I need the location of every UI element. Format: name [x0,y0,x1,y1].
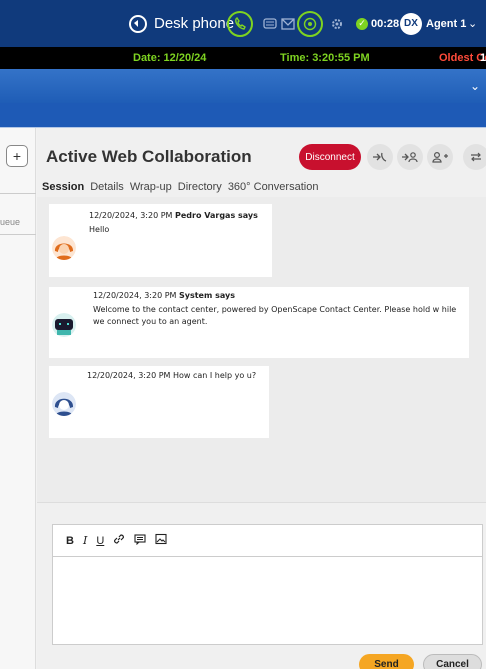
customer-avatar-icon [52,236,76,260]
message-timestamp: 12/20/2024, 3:20 PM [87,371,171,380]
web-channel-button[interactable] [297,0,323,47]
tab-bar: Session Details Wrap-up Directory 360° C… [42,181,318,193]
image-icon[interactable] [155,533,167,548]
date-readout: Date: 12/20/24 [133,52,207,64]
message-text: Hello [89,225,110,234]
add-party-button[interactable] [427,144,453,170]
consult-icon [373,152,387,162]
tab-360-conversation[interactable]: 360° Conversation [228,181,319,193]
chat-message: 12/20/2024, 3:20 PM System says Welcome … [49,287,469,358]
email-channel-button[interactable] [281,0,295,47]
cancel-button[interactable]: Cancel [423,654,482,669]
tab-directory[interactable]: Directory [178,181,222,193]
chevron-down-icon[interactable]: ⌄ [470,79,480,93]
send-button[interactable]: Send [359,654,414,669]
tab-session[interactable]: Session [42,181,84,193]
message-text: How can I help yo u? [172,371,257,380]
header-band: ⌄ [0,69,486,103]
consult-button[interactable] [367,144,393,170]
canned-response-icon[interactable] [134,533,146,548]
message-input[interactable] [53,558,482,644]
info-extra: 1 [480,52,486,64]
chat-message: 12/20/2024, 3:20 PM How can I help yo u? [49,366,269,438]
phone-icon [235,16,246,30]
left-rail [0,128,36,669]
time-readout: Time: 3:20:55 PM [280,52,370,64]
agent-menu[interactable]: DX Agent 1 [400,0,466,47]
chat-message: 12/20/2024, 3:20 PM Pedro Vargas says He… [49,204,272,277]
header-band-secondary [0,103,486,127]
message-timestamp: 12/20/2024, 3:20 PM [93,291,177,300]
bold-button[interactable]: B [66,535,74,547]
page-title: Active Web Collaboration [46,147,252,166]
link-icon[interactable] [113,533,125,548]
gear-icon [332,18,342,29]
check-icon: ✓ [356,17,368,30]
timer-value: 00:28 [371,17,400,30]
agent-name: Agent 1 [426,17,467,30]
transfer-icon [402,152,418,163]
chat-icon [263,17,277,29]
tab-wrap-up[interactable]: Wrap-up [130,181,172,193]
disconnect-button[interactable]: Disconnect [299,144,361,170]
oldest-contact-readout: Oldest Co [439,52,486,64]
phone-mode-selector[interactable]: Desk phone [128,0,234,47]
phone-mode-label: Desk phone [154,15,235,32]
message-composer: B I U [52,524,483,645]
bot-avatar-icon [52,313,76,337]
message-timestamp: 12/20/2024, 3:20 PM [89,211,173,220]
chevron-down-icon[interactable]: ⌄ [468,0,477,47]
email-icon [281,17,295,30]
message-sender: Pedro Vargas says [174,211,258,220]
phone-mode-icon [129,14,147,33]
agent-avatar-icon [52,392,76,416]
settings-button[interactable] [330,0,344,47]
message-sender: System says [178,291,235,300]
tab-details[interactable]: Details [90,181,124,193]
transfer-button[interactable] [397,144,423,170]
divider [0,193,36,194]
message-text: Welcome to the contact center, powered b… [93,305,457,326]
top-bar: Desk phone ✓ 00:28 DX Agent 1 ⌄ [0,0,486,47]
swap-arrows-icon [471,152,481,162]
chat-channel-button[interactable] [263,0,277,47]
formatting-toolbar: B I U [53,525,482,557]
add-user-icon [432,151,448,163]
swap-button[interactable] [463,144,486,170]
queue-label[interactable]: ueue [0,217,20,227]
add-button[interactable]: + [6,145,28,167]
divider [0,234,36,235]
web-collaboration-icon [303,17,317,30]
italic-button[interactable]: I [83,534,87,547]
status-timer: ✓ 00:28 [356,0,399,47]
voice-channel-button[interactable] [227,0,253,47]
avatar: DX [400,12,422,35]
info-bar: Date: 12/20/24 Time: 3:20:55 PM Oldest C… [0,47,486,69]
divider [37,502,486,503]
underline-button[interactable]: U [96,535,104,547]
